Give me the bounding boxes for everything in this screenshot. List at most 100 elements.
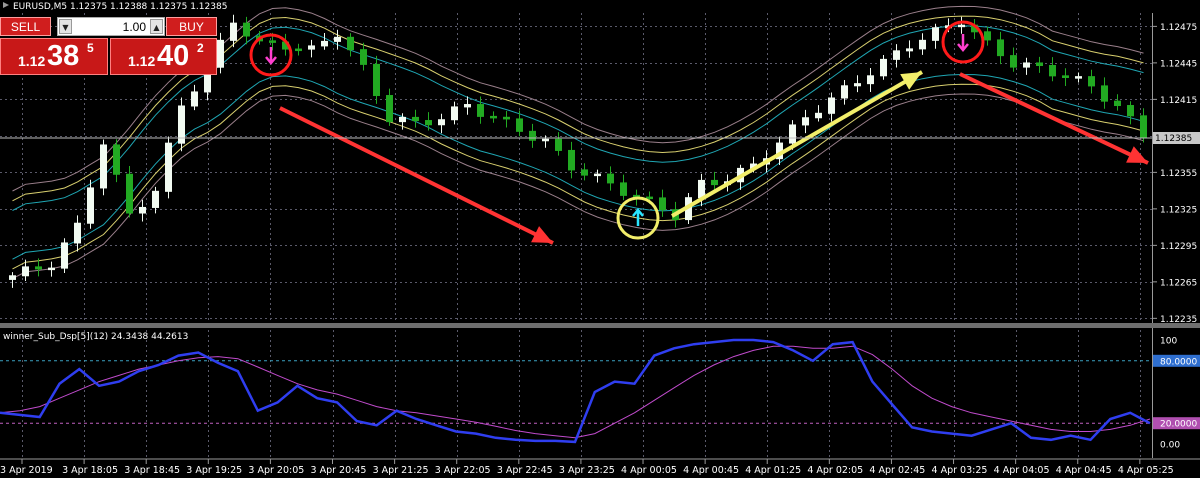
sell-price-box[interactable]: 1.12 38 5 bbox=[0, 38, 108, 75]
candle-body bbox=[295, 48, 302, 52]
candle-body bbox=[620, 182, 627, 196]
candle-body bbox=[22, 266, 29, 277]
time-tick-label: 4 Apr 00:45 bbox=[683, 465, 739, 476]
time-tick-label: 4 Apr 01:25 bbox=[745, 465, 801, 476]
candle-body bbox=[698, 179, 705, 199]
time-tick-label: 3 Apr 23:25 bbox=[559, 465, 615, 476]
candle-body bbox=[425, 120, 432, 126]
candle-body bbox=[1023, 62, 1030, 68]
candle-body bbox=[516, 118, 523, 132]
candle-body bbox=[659, 197, 666, 211]
candle-body bbox=[867, 75, 874, 85]
candle-body bbox=[854, 83, 861, 87]
candle-body bbox=[490, 115, 497, 119]
time-tick-label: 3 Apr 2019 bbox=[0, 465, 53, 476]
candle-body bbox=[152, 190, 159, 208]
candle-body bbox=[1010, 55, 1017, 68]
sell-price-sup: 5 bbox=[87, 41, 94, 55]
candle-body bbox=[529, 130, 536, 141]
candle-body bbox=[828, 97, 835, 114]
time-tick-label: 3 Apr 20:45 bbox=[311, 465, 367, 476]
candle-body bbox=[100, 144, 107, 189]
buy-price-prefix: 1.12 bbox=[128, 53, 156, 69]
candle-body bbox=[789, 124, 796, 144]
candle-body bbox=[113, 144, 120, 175]
price-tick-label: 1.12475 bbox=[1160, 23, 1197, 33]
oscillator-tick-label: 20.0000 bbox=[1160, 420, 1197, 430]
time-tick-label: 4 Apr 04:45 bbox=[1056, 465, 1112, 476]
candle-body bbox=[997, 39, 1004, 57]
candle-body bbox=[412, 116, 419, 122]
candle-body bbox=[1127, 105, 1134, 117]
time-tick-label: 3 Apr 21:25 bbox=[373, 465, 429, 476]
time-tick-label: 4 Apr 00:05 bbox=[621, 465, 677, 476]
candle-body bbox=[1140, 115, 1147, 138]
candle-body bbox=[191, 91, 198, 107]
candle-body bbox=[503, 116, 510, 120]
candle-body bbox=[555, 138, 562, 151]
candle-body bbox=[217, 39, 224, 68]
lot-size-value[interactable]: 1.00 bbox=[123, 20, 146, 34]
candle-body bbox=[568, 149, 575, 171]
lot-increase-icon[interactable]: ▲ bbox=[150, 19, 163, 34]
buy-price-sup: 2 bbox=[197, 41, 204, 55]
candle-body bbox=[919, 39, 926, 50]
candle-body bbox=[308, 45, 315, 50]
price-tick-label: 1.12265 bbox=[1160, 278, 1197, 288]
candle-body bbox=[1075, 76, 1082, 79]
candle-body bbox=[243, 22, 250, 37]
candle-body bbox=[269, 40, 276, 43]
candle-body bbox=[802, 117, 809, 126]
time-tick-label: 3 Apr 22:45 bbox=[497, 465, 553, 476]
symbol-line: EURUSD,M5 1.12375 1.12388 1.12375 1.1238… bbox=[13, 2, 227, 12]
candle-body bbox=[386, 95, 393, 123]
time-tick-label: 3 Apr 20:05 bbox=[248, 465, 304, 476]
candle-body bbox=[1062, 75, 1069, 79]
candle-body bbox=[1101, 85, 1108, 102]
sell-button[interactable]: SELL bbox=[0, 17, 51, 36]
candle-body bbox=[893, 50, 900, 60]
candle-body bbox=[35, 266, 42, 270]
sell-price-main: 38 bbox=[47, 40, 80, 72]
candle-body bbox=[958, 24, 965, 28]
indicator-label: winner_Sub_Dsp[5](12) 24.3438 44.2613 bbox=[3, 332, 188, 342]
candle-body bbox=[230, 22, 237, 41]
buy-price-box[interactable]: 1.12 40 2 bbox=[110, 38, 217, 75]
candle-body bbox=[438, 119, 445, 126]
time-tick-label: 4 Apr 04:05 bbox=[994, 465, 1050, 476]
candle-body bbox=[321, 40, 328, 47]
candle-body bbox=[711, 179, 718, 186]
candle-body bbox=[399, 116, 406, 123]
time-tick-label: 3 Apr 18:45 bbox=[124, 465, 180, 476]
candle-body bbox=[1049, 65, 1056, 77]
candle-body bbox=[360, 49, 367, 65]
time-tick-label: 3 Apr 18:05 bbox=[62, 465, 118, 476]
time-tick-label: 4 Apr 05:25 bbox=[1118, 465, 1174, 476]
price-tick-label: 1.12295 bbox=[1160, 242, 1197, 252]
candle-body bbox=[906, 48, 913, 52]
time-tick-label: 4 Apr 03:25 bbox=[932, 465, 988, 476]
price-tick-label: 1.12445 bbox=[1160, 59, 1197, 69]
panel-separator bbox=[0, 323, 1200, 328]
time-tick-label: 3 Apr 22:05 bbox=[435, 465, 491, 476]
candle-body bbox=[646, 196, 653, 200]
buy-button[interactable]: BUY bbox=[166, 17, 217, 36]
lot-size-field[interactable]: ▼ 1.00 ▲ bbox=[57, 17, 165, 36]
oscillator-tick-label: 100 bbox=[1160, 337, 1177, 347]
candle-body bbox=[815, 112, 822, 119]
candle-body bbox=[841, 85, 848, 99]
sell-price-prefix: 1.12 bbox=[18, 53, 46, 69]
candle-body bbox=[1088, 76, 1095, 87]
candle-body bbox=[880, 58, 887, 77]
candle-body bbox=[165, 142, 172, 192]
candle-body bbox=[334, 36, 341, 42]
candle-body bbox=[9, 275, 16, 280]
candle-body bbox=[1114, 100, 1121, 107]
candle-body bbox=[48, 267, 55, 271]
lot-decrease-icon[interactable]: ▼ bbox=[59, 19, 72, 34]
price-tick-label: 1.12415 bbox=[1160, 96, 1197, 106]
candle-body bbox=[87, 187, 94, 224]
candle-body bbox=[542, 138, 549, 142]
candle-body bbox=[74, 222, 81, 244]
candle-body bbox=[477, 104, 484, 117]
